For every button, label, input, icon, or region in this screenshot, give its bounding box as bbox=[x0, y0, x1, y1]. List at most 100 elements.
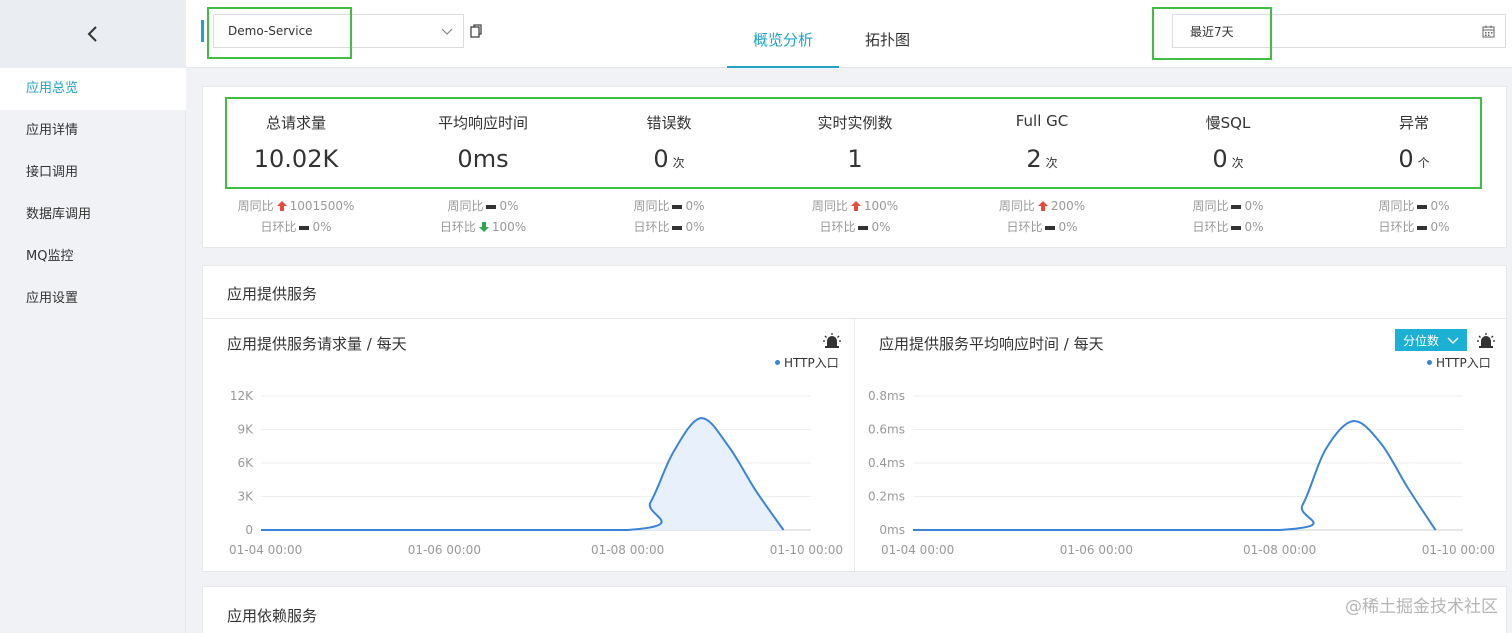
sidebar-item-api-calls[interactable]: 接口调用 bbox=[0, 152, 186, 194]
week-compare: 周同比 0% bbox=[390, 197, 576, 214]
sidebar-item-details[interactable]: 应用详情 bbox=[0, 110, 186, 152]
stat-label: 慢SQL bbox=[1205, 114, 1251, 132]
y-tick-label: 12K bbox=[230, 389, 254, 403]
calendar-icon bbox=[1482, 25, 1495, 38]
sidebar-item-db-calls[interactable]: 数据库调用 bbox=[0, 194, 186, 236]
compare-label: 周同比 bbox=[998, 199, 1035, 213]
compare-label: 周同比 bbox=[811, 199, 848, 213]
compare-value: 0% bbox=[1430, 220, 1450, 234]
compare-value: 0% bbox=[871, 220, 891, 234]
tab-overview-analysis[interactable]: 概览分析 bbox=[727, 0, 840, 68]
y-tick-label: 0 bbox=[245, 523, 253, 537]
compare-label: 日环比 bbox=[1192, 220, 1229, 234]
x-tick-label: 01-04 00:00 bbox=[229, 543, 302, 557]
stats-card: 总请求量 10.02K 周同比 1001500% 日环比 0% 平均响应时间 0ms 周同比 0%… bbox=[202, 86, 1507, 248]
series-area bbox=[261, 418, 784, 530]
compare-value: 100% bbox=[863, 199, 899, 213]
stat-number: 2 bbox=[1026, 145, 1042, 173]
stat-unit: 次 bbox=[1231, 156, 1244, 170]
service-select[interactable]: Demo-Service bbox=[213, 14, 464, 48]
day-compare: 日环比 0% bbox=[762, 218, 948, 235]
x-tick-label: 01-04 00:00 bbox=[881, 543, 954, 557]
y-tick-label: 0ms bbox=[879, 523, 905, 537]
accent-bar bbox=[201, 20, 204, 42]
y-tick-label: 0.8ms bbox=[868, 389, 905, 403]
week-compare: 周同比 100% bbox=[762, 197, 948, 214]
compare-value: 0% bbox=[312, 220, 332, 234]
sidebar-menu: 应用总览 应用详情 接口调用 数据库调用 MQ监控 应用设置 bbox=[0, 68, 186, 320]
compare-label: 周同比 bbox=[1192, 199, 1229, 213]
series-line bbox=[912, 420, 1437, 531]
stat-unit: 个 bbox=[1417, 156, 1430, 170]
compare-value: 1001500% bbox=[289, 199, 355, 213]
y-tick-label: 9K bbox=[237, 423, 254, 437]
week-compare: 周同比 0% bbox=[1321, 197, 1507, 214]
compare-value: 0% bbox=[685, 199, 705, 213]
flat-trend-icon bbox=[858, 225, 869, 230]
arrow-up-icon bbox=[850, 201, 861, 211]
day-compare: 日环比 0% bbox=[203, 218, 389, 235]
sidebar-item-overview[interactable]: 应用总览 bbox=[0, 68, 186, 110]
view-tabs: 概览分析 拓扑图 bbox=[727, 0, 936, 68]
date-range-picker[interactable]: 最近7天 bbox=[1172, 14, 1506, 48]
stat-value: 0个 bbox=[1321, 145, 1507, 173]
stat-number: 1 bbox=[847, 145, 863, 173]
stat-number: 0 bbox=[653, 145, 669, 173]
stat-value: 1 bbox=[762, 145, 948, 173]
flat-trend-icon bbox=[1231, 225, 1242, 230]
compare-label: 周同比 bbox=[633, 199, 670, 213]
compare-label: 日环比 bbox=[260, 220, 297, 234]
y-tick-label: 6K bbox=[237, 456, 254, 470]
y-tick-label: 0.6ms bbox=[868, 423, 905, 437]
stat-label: 实时实例数 bbox=[817, 114, 893, 132]
stat-number: 0 bbox=[1212, 145, 1228, 173]
sidebar-item-mq-monitor[interactable]: MQ监控 bbox=[0, 236, 186, 278]
compare-value: 0% bbox=[1244, 199, 1264, 213]
stat-number: 10.02K bbox=[253, 145, 339, 173]
arrow-down-icon bbox=[478, 222, 489, 232]
day-compare: 日环比 0% bbox=[949, 218, 1135, 235]
day-compare: 日环比 0% bbox=[1321, 218, 1507, 235]
week-compare: 周同比 0% bbox=[576, 197, 762, 214]
x-tick-label: 01-06 00:00 bbox=[408, 543, 481, 557]
compare-label: 日环比 bbox=[819, 220, 856, 234]
service-select-value: Demo-Service bbox=[228, 24, 313, 38]
stat-label: 总请求量 bbox=[265, 114, 326, 132]
week-compare: 周同比 0% bbox=[1135, 197, 1321, 214]
stat-value: 0ms bbox=[390, 145, 576, 173]
x-tick-label: 01-10 00:00 bbox=[770, 543, 843, 557]
tab-topology[interactable]: 拓扑图 bbox=[839, 0, 936, 68]
stat-number: 0 bbox=[1398, 145, 1414, 173]
compare-value: 0% bbox=[685, 220, 705, 234]
arrow-up-icon bbox=[276, 201, 287, 211]
compare-label: 日环比 bbox=[633, 220, 670, 234]
highlight-box-stats bbox=[225, 97, 1482, 189]
compare-label: 周同比 bbox=[1378, 199, 1415, 213]
dependency-services-title: 应用依赖服务 bbox=[227, 607, 318, 625]
flat-trend-icon bbox=[672, 204, 683, 209]
sidebar-item-settings[interactable]: 应用设置 bbox=[0, 278, 186, 320]
flat-trend-icon bbox=[486, 204, 497, 209]
stat-value: 0次 bbox=[1135, 145, 1321, 173]
flat-trend-icon bbox=[1231, 204, 1242, 209]
sidebar: 应用总览 应用详情 接口调用 数据库调用 MQ监控 应用设置 bbox=[0, 0, 186, 633]
response-time-chart: 0ms 0.2ms 0.4ms 0.6ms 0.8ms 01-04 00:00 01-06 … bbox=[868, 389, 1495, 557]
request-chart-panel: 应用提供服务请求量 / 每天 HTTP入口 0 3K 6K 9K 12K 01-04 00… bbox=[203, 318, 855, 572]
compare-label: 日环比 bbox=[1378, 220, 1415, 234]
date-range-value: 最近7天 bbox=[1190, 24, 1234, 39]
back-button[interactable] bbox=[0, 0, 186, 68]
flat-trend-icon bbox=[1045, 225, 1056, 230]
stat-unit: 次 bbox=[672, 156, 685, 170]
response-time-chart-panel: 应用提供服务平均响应时间 / 每天 分位数 HTTP入口 0ms 0.2ms 0.4… bbox=[855, 318, 1507, 572]
y-tick-label: 0.4ms bbox=[868, 456, 905, 470]
stat-label: 异常 bbox=[1398, 114, 1429, 132]
arrow-up-icon bbox=[1037, 201, 1048, 211]
copy-icon[interactable] bbox=[470, 24, 482, 38]
compare-label: 周同比 bbox=[447, 199, 484, 213]
compare-label: 周同比 bbox=[237, 199, 274, 213]
provided-services-title: 应用提供服务 bbox=[227, 285, 318, 303]
x-tick-label: 01-08 00:00 bbox=[1243, 543, 1316, 557]
x-tick-label: 01-06 00:00 bbox=[1060, 543, 1133, 557]
compare-value: 0% bbox=[1058, 220, 1078, 234]
y-tick-label: 0.2ms bbox=[868, 490, 905, 504]
